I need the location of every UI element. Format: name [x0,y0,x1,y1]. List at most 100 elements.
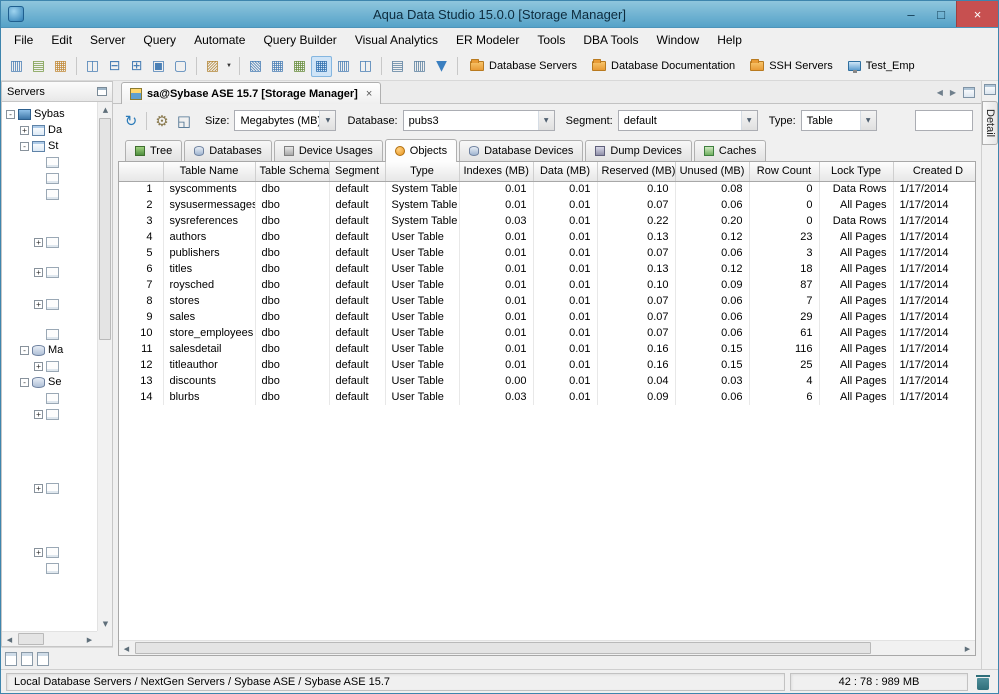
segment-select[interactable]: default [617,110,758,131]
detail-dock-tab[interactable]: Detail [982,101,998,146]
settings-icon[interactable]: ⚙ [152,111,172,131]
tree-item[interactable] [2,326,97,342]
ssh-servers-button[interactable]: SSH Servers [743,58,840,74]
cell[interactable]: 0.01 [533,293,598,309]
collapse-icon[interactable]: - [20,141,29,151]
storage-manager-icon[interactable]: ▦ [311,55,332,77]
cell[interactable]: 1/17/2014 [893,309,975,325]
expand-icon[interactable]: + [34,299,43,309]
cell[interactable]: 0.13 [597,261,676,277]
cell[interactable]: 0.01 [533,245,598,261]
tree-item[interactable] [2,560,97,576]
tree-item[interactable]: + [2,234,97,250]
cell[interactable]: dbo [255,373,330,389]
cell[interactable]: 1/17/2014 [893,181,975,197]
tree-item[interactable] [2,186,97,202]
cell[interactable]: default [329,197,386,213]
cell[interactable]: 1/17/2014 [893,229,975,245]
cell[interactable]: 0.15 [675,357,750,373]
cell[interactable]: 0.01 [459,261,534,277]
tree-item[interactable]: + [2,264,97,280]
scroll-up-icon[interactable] [98,102,112,117]
cell[interactable]: All Pages [819,341,894,357]
cell[interactable]: dbo [255,277,330,293]
tree-item[interactable] [2,154,97,170]
tab-database-devices[interactable]: Database Devices [459,140,584,161]
table-row[interactable]: 10 store_employees dbo default User Table 0.0… [119,325,975,341]
cell[interactable]: sysreferences [163,213,256,229]
cell[interactable]: default [329,229,386,245]
cell[interactable]: 0.06 [675,325,750,341]
cell[interactable]: User Table [385,245,460,261]
copy-grid-icon[interactable]: ◱ [174,111,194,131]
table-row[interactable]: 13 discounts dbo default User Table 0.00 0.01 0… [119,373,975,389]
cell[interactable]: 25 [749,357,820,373]
tree-item[interactable]: + [2,480,97,496]
column-header-type[interactable]: Type [385,162,460,182]
cell[interactable]: User Table [385,357,460,373]
tree-item-st[interactable]: - St [2,138,97,154]
cell[interactable]: 0.07 [597,197,676,213]
cell[interactable]: 0.22 [597,213,676,229]
test-emp-button[interactable]: Test_Emp [841,58,922,74]
menu-dba-tools[interactable]: DBA Tools [574,30,647,50]
cell[interactable]: default [329,277,386,293]
cell[interactable]: default [329,341,386,357]
row-number-cell[interactable]: 4 [119,229,164,245]
row-number-cell[interactable]: 6 [119,261,164,277]
cell[interactable]: sales [163,309,256,325]
column-list-icon[interactable]: ▥ [409,56,430,77]
cell[interactable]: 1/17/2014 [893,245,975,261]
row-number-cell[interactable]: 1 [119,181,164,197]
dropdown-arrow-icon[interactable] [859,111,876,130]
cell[interactable]: All Pages [819,293,894,309]
query-analyzer-icon[interactable]: ▧ [245,56,266,77]
projects-view-icon[interactable] [37,651,49,666]
cell[interactable]: dbo [255,213,330,229]
tree-item[interactable]: + [2,406,97,422]
cell[interactable]: 61 [749,325,820,341]
cell[interactable]: 1/17/2014 [893,373,975,389]
cell[interactable]: 0.01 [533,325,598,341]
scroll-right-icon[interactable] [960,641,975,655]
cell[interactable]: System Table [385,197,460,213]
column-header-reserved-mb[interactable]: Reserved (MB) [597,162,676,182]
row-number-cell[interactable]: 10 [119,325,164,341]
tree-item-da[interactable]: + Da [2,122,97,138]
tab-scroll-right-icon[interactable] [950,88,956,97]
tab-tree[interactable]: Tree [125,140,183,161]
cell[interactable]: 0.01 [533,357,598,373]
tab-databases[interactable]: Databases [184,140,272,161]
cell[interactable]: 18 [749,261,820,277]
cell[interactable]: 23 [749,229,820,245]
cell[interactable]: 0.10 [597,277,676,293]
cell[interactable]: 0.01 [459,277,534,293]
row-number-header[interactable] [119,162,164,182]
cell[interactable]: User Table [385,261,460,277]
cell[interactable]: 87 [749,277,820,293]
column-header-created-d[interactable]: Created D [893,162,975,182]
cell[interactable]: dbo [255,389,330,405]
menu-tools[interactable]: Tools [528,30,574,50]
row-number-cell[interactable]: 7 [119,277,164,293]
scroll-left-icon[interactable] [2,632,17,646]
table-row[interactable]: 11 salesdetail dbo default User Table 0.01 0.0… [119,341,975,357]
cell[interactable]: All Pages [819,277,894,293]
cell[interactable]: dbo [255,197,330,213]
sidebar-horizontal-scrollbar[interactable] [2,631,97,646]
type-select[interactable]: Table [800,110,877,131]
cell[interactable]: 0.07 [597,245,676,261]
expand-icon[interactable]: + [34,409,43,419]
cell[interactable]: User Table [385,229,460,245]
cell[interactable]: User Table [385,373,460,389]
column-header-lock-type[interactable]: Lock Type [819,162,894,182]
row-number-cell[interactable]: 3 [119,213,164,229]
cell[interactable]: 0.01 [459,293,534,309]
cell[interactable]: 29 [749,309,820,325]
collapse-icon[interactable]: - [6,109,15,119]
cell[interactable]: 0.06 [675,245,750,261]
cell[interactable]: System Table [385,181,460,197]
cell[interactable]: 0.12 [675,229,750,245]
cell[interactable]: 0 [749,181,820,197]
cell[interactable]: 0.13 [597,229,676,245]
